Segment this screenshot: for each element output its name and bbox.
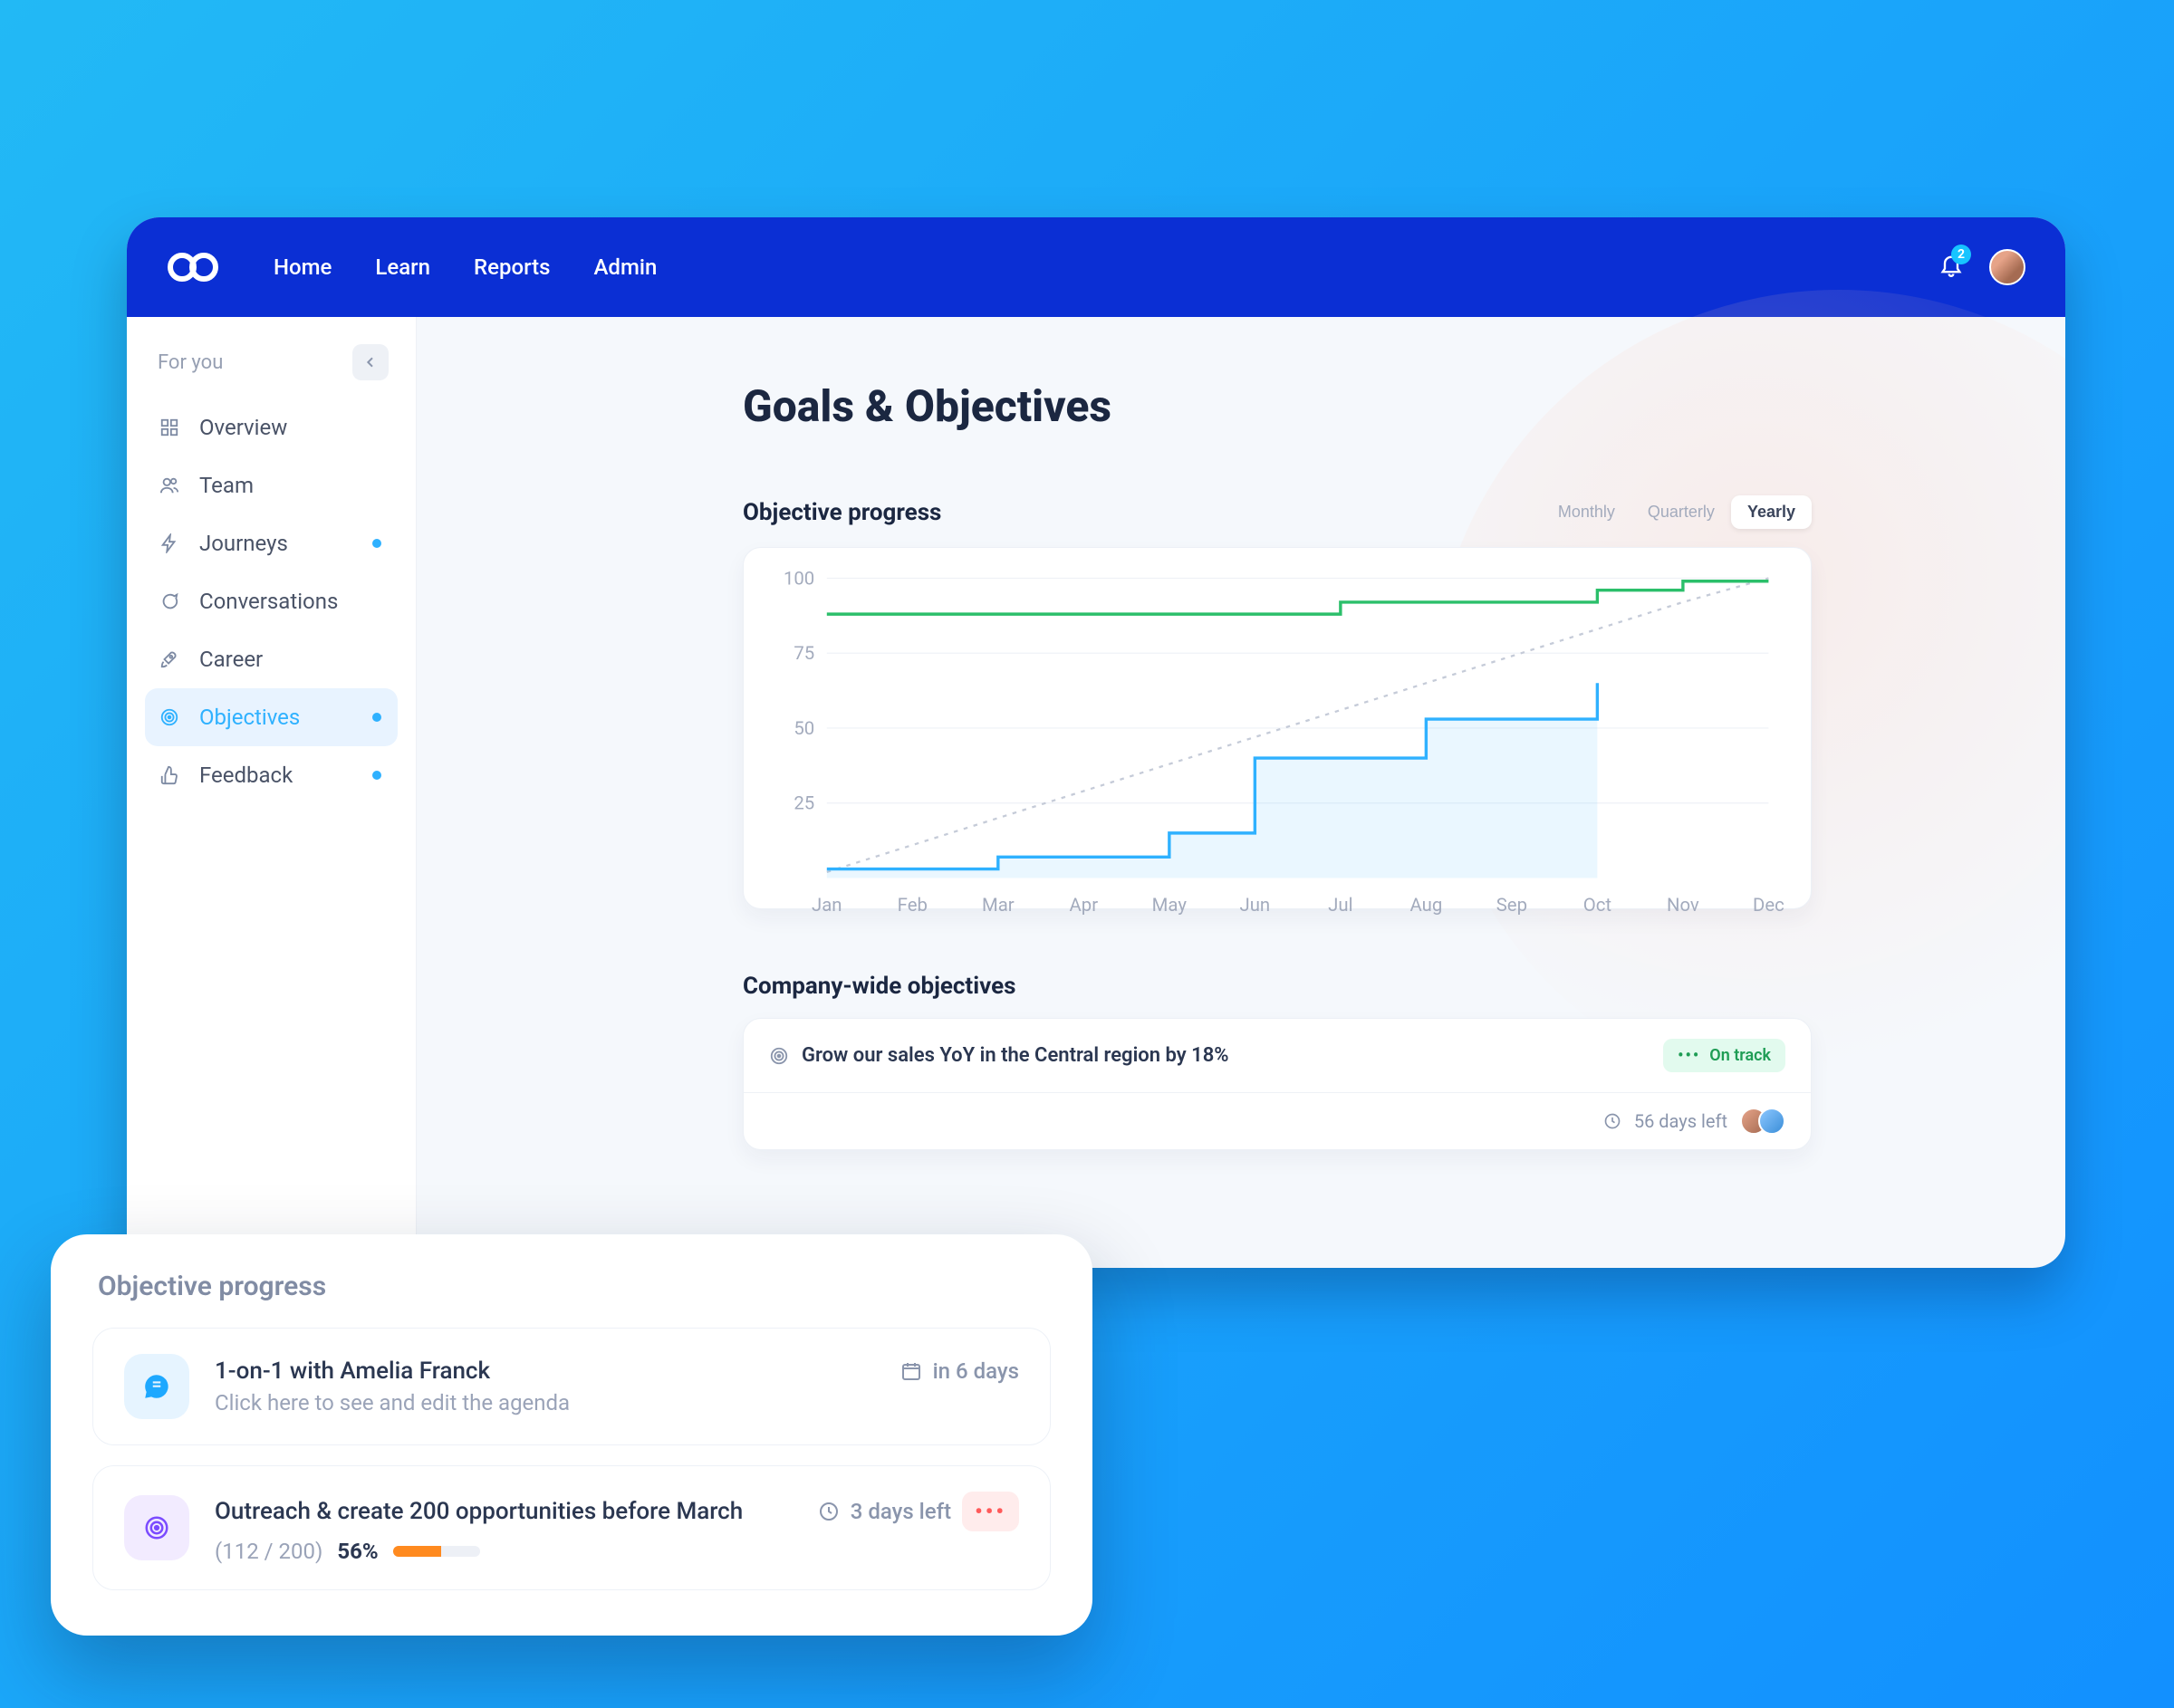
objective-progress-widget: Objective progress 1-on-1 with Amelia Fr… (51, 1234, 1092, 1636)
brand-logo[interactable] (167, 250, 219, 284)
meeting-time-label: in 6 days (933, 1358, 1019, 1384)
sidebar-item-team[interactable]: Team (145, 456, 398, 514)
status-on-track-badge: ••• On track (1663, 1039, 1785, 1072)
progress-bar (393, 1546, 480, 1557)
grid-icon (159, 417, 183, 437)
top-nav: Home Learn Reports Admin (274, 254, 657, 280)
overdue-warning-pill: ••• (962, 1492, 1019, 1531)
widget-title: Objective progress (98, 1271, 1045, 1302)
chevron-left-icon (363, 355, 378, 369)
days-left-label: 56 days left (1634, 1110, 1727, 1132)
nav-item-home[interactable]: Home (274, 254, 332, 280)
clock-icon (1603, 1112, 1621, 1130)
avatar (1758, 1108, 1785, 1135)
target-icon (124, 1495, 189, 1560)
svg-text:Aug: Aug (1409, 894, 1442, 916)
chat-bubble-icon (124, 1354, 189, 1419)
sidebar: For you Overview Team (127, 317, 417, 1268)
company-objective-title: Grow our sales YoY in the Central region… (802, 1044, 1229, 1067)
sidebar-item-conversations[interactable]: Conversations (145, 572, 398, 630)
chat-icon (159, 591, 183, 611)
main-content: Goals & Objectives Objective progress Mo… (417, 317, 2065, 1268)
svg-text:Nov: Nov (1667, 894, 1699, 916)
sidebar-item-career[interactable]: Career (145, 630, 398, 688)
notification-dot (372, 713, 381, 722)
svg-text:May: May (1152, 894, 1188, 916)
sidebar-item-label: Feedback (199, 763, 293, 788)
sidebar-item-overview[interactable]: Overview (145, 398, 398, 456)
target-icon (159, 707, 183, 727)
meeting-subtitle: Click here to see and edit the agenda (215, 1390, 1019, 1415)
progress-percent: 56% (337, 1539, 378, 1564)
meeting-title: 1-on-1 with Amelia Franck (215, 1358, 490, 1385)
bolt-icon (159, 533, 183, 553)
nav-item-learn[interactable]: Learn (375, 254, 430, 280)
svg-text:75: 75 (794, 642, 814, 664)
sidebar-item-label: Team (199, 473, 254, 498)
sidebar-item-label: Career (199, 647, 263, 672)
sidebar-item-label: Objectives (199, 705, 300, 730)
sidebar-section-label: For you (158, 351, 223, 374)
app-header: Home Learn Reports Admin 2 (127, 217, 2065, 317)
svg-text:Jul: Jul (1328, 894, 1352, 916)
svg-text:25: 25 (794, 792, 814, 813)
notifications-button[interactable]: 2 (1938, 252, 1964, 283)
svg-text:50: 50 (794, 717, 814, 739)
svg-text:100: 100 (784, 568, 814, 589)
company-objectives-title: Company-wide objectives (743, 973, 1812, 1000)
company-objective-card[interactable]: Grow our sales YoY in the Central region… (743, 1018, 1812, 1150)
svg-text:Apr: Apr (1070, 894, 1099, 916)
users-icon (159, 475, 183, 495)
notification-dot (372, 771, 381, 780)
notification-dot (372, 539, 381, 548)
objective-time-label: 3 days left (851, 1499, 951, 1524)
thumbs-up-icon (159, 765, 183, 785)
objective-task-title: Outreach & create 200 opportunities befo… (215, 1498, 743, 1525)
target-icon (769, 1046, 789, 1066)
sidebar-item-feedback[interactable]: Feedback (145, 746, 398, 804)
logo-icon (167, 250, 219, 284)
meeting-card[interactable]: 1-on-1 with Amelia Franck in 6 days Clic… (92, 1328, 1051, 1445)
nav-item-admin[interactable]: Admin (594, 254, 658, 280)
progress-count: (112 / 200) (215, 1539, 322, 1564)
user-avatar[interactable] (1989, 249, 2025, 285)
clock-icon (818, 1501, 840, 1522)
time-range-segmented-control: Monthly Quarterly Yearly (1542, 495, 1812, 529)
range-quarterly[interactable]: Quarterly (1631, 495, 1731, 529)
svg-text:Oct: Oct (1583, 894, 1611, 916)
notification-count-badge: 2 (1951, 245, 1971, 264)
svg-text:Jun: Jun (1240, 894, 1271, 916)
objective-progress-chart: 255075100JanFebMarAprMayJunJulAugSepOctN… (743, 547, 1812, 909)
rocket-icon (159, 649, 183, 669)
range-yearly[interactable]: Yearly (1731, 495, 1812, 529)
objective-task-card[interactable]: Outreach & create 200 opportunities befo… (92, 1465, 1051, 1590)
sidebar-item-objectives[interactable]: Objectives (145, 688, 398, 746)
app-window: Home Learn Reports Admin 2 For you (127, 217, 2065, 1268)
svg-text:Mar: Mar (982, 894, 1015, 916)
svg-text:Dec: Dec (1753, 894, 1784, 916)
sidebar-item-label: Overview (199, 415, 287, 440)
sidebar-item-label: Conversations (199, 589, 338, 614)
assignees-avatar-stack[interactable] (1740, 1108, 1785, 1135)
sidebar-item-label: Journeys (199, 531, 288, 556)
calendar-icon (900, 1360, 922, 1382)
page-title: Goals & Objectives (743, 380, 1812, 432)
svg-text:Feb: Feb (898, 894, 928, 916)
svg-text:Sep: Sep (1496, 894, 1527, 916)
nav-item-reports[interactable]: Reports (474, 254, 550, 280)
svg-text:Jan: Jan (812, 894, 842, 916)
progress-section-title: Objective progress (743, 499, 941, 526)
collapse-sidebar-button[interactable] (352, 344, 389, 380)
range-monthly[interactable]: Monthly (1542, 495, 1631, 529)
sidebar-item-journeys[interactable]: Journeys (145, 514, 398, 572)
